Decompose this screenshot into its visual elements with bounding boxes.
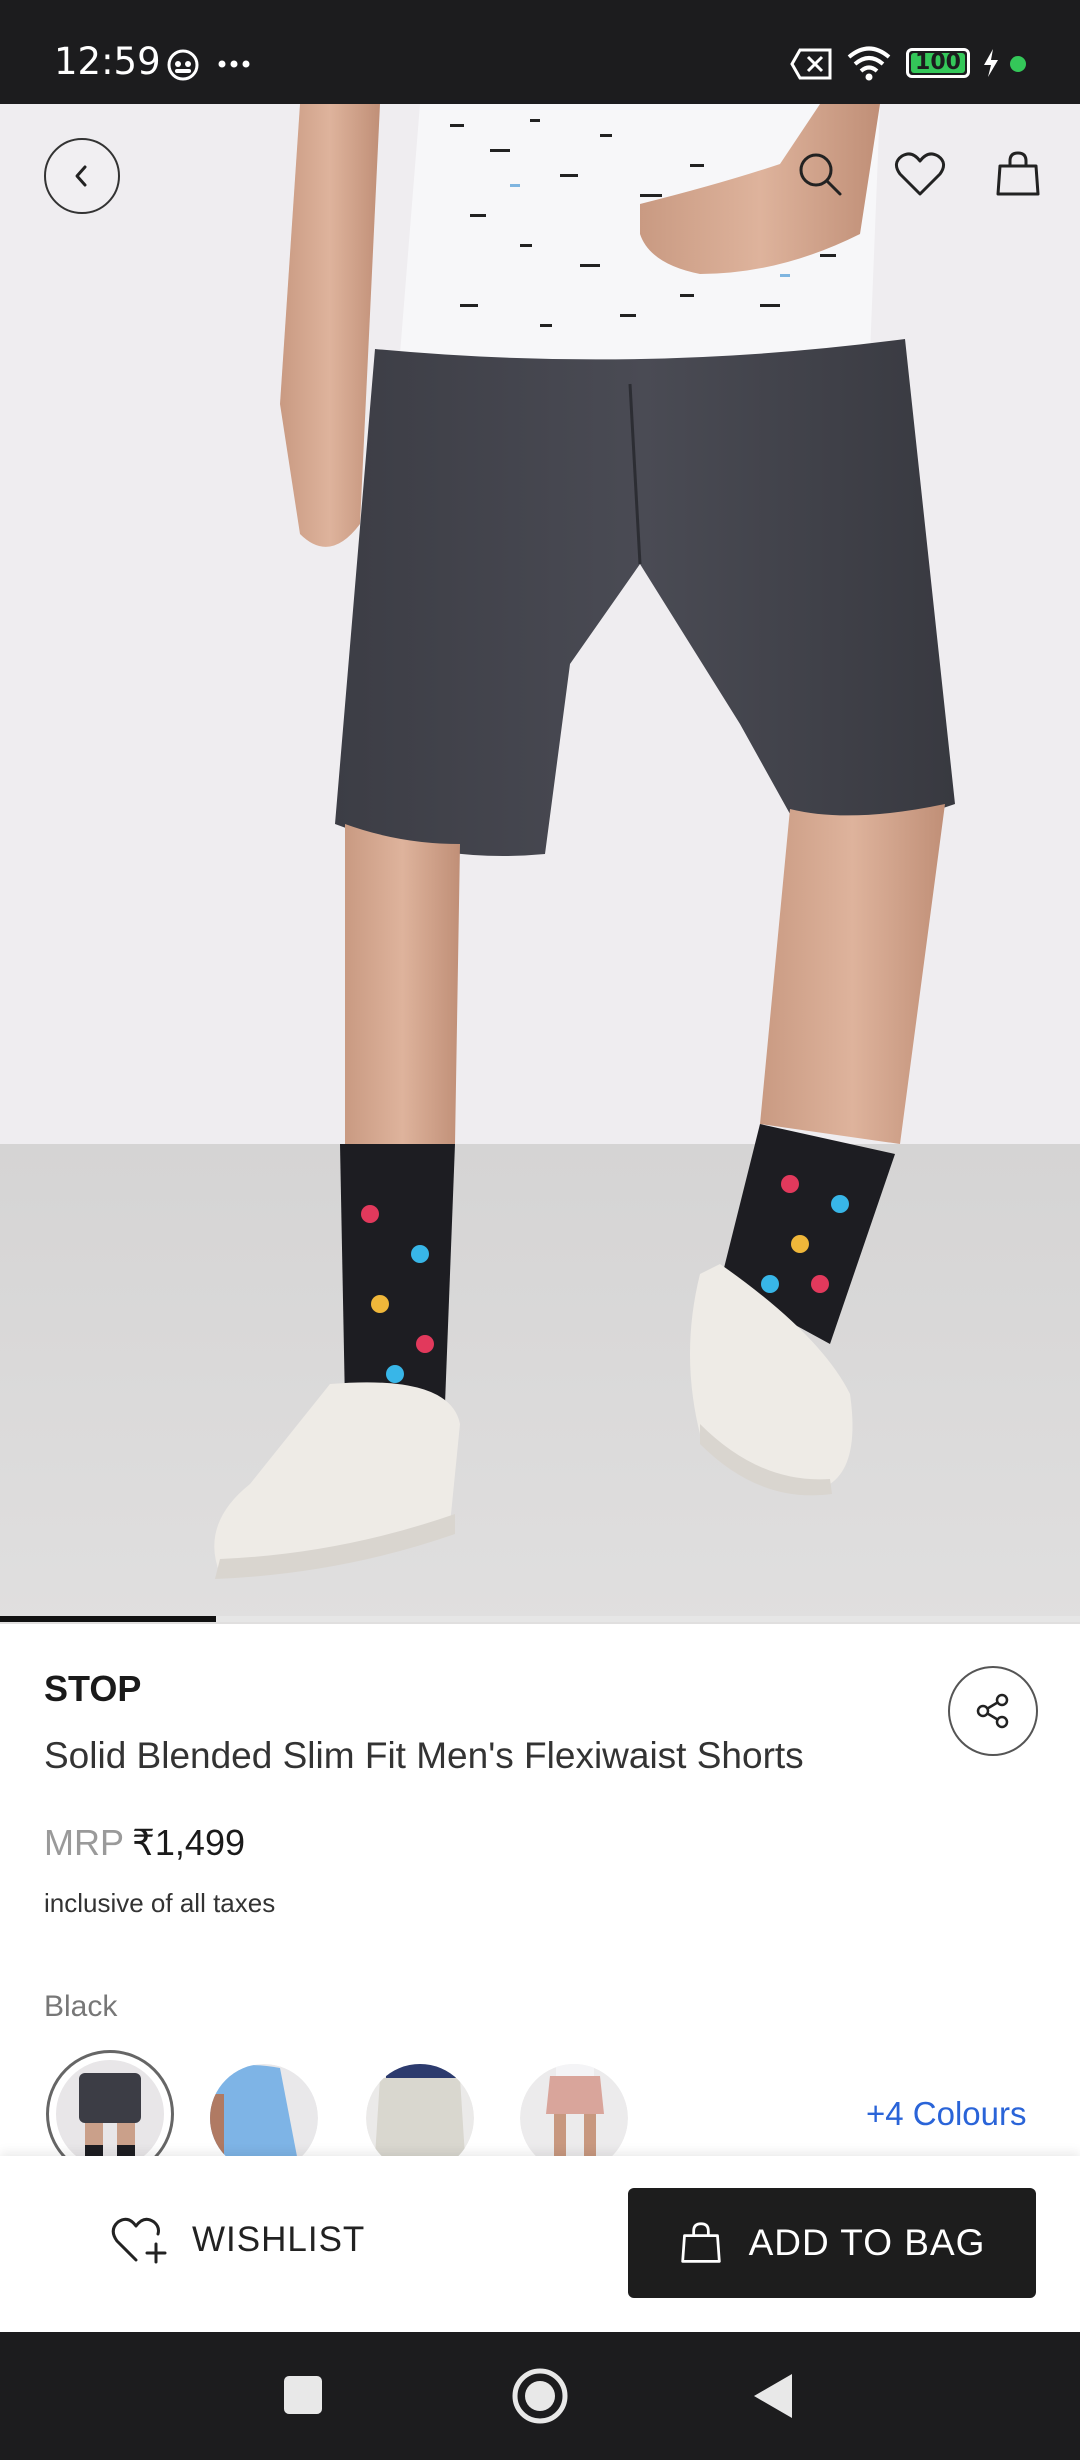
add-to-bag-label: ADD TO BAG [748,2222,986,2263]
price-row: MRP ₹1,499 [44,1822,245,1864]
bag-icon [680,2222,721,2263]
heart-icon [895,152,945,196]
swatch-black-thumb [56,2060,164,2156]
status-time: 12:59 [54,40,161,83]
wishlist-button[interactable]: WISHLIST [110,2200,365,2280]
price-value: ₹1,499 [132,1822,245,1863]
app-notification-icon [167,49,199,81]
tax-note: inclusive of all taxes [44,1888,276,1918]
product-photo [0,104,1080,1624]
selected-color-label: Black [44,1990,118,2023]
share-icon [976,1693,1009,1729]
status-bar: 12:59 100 [0,0,1080,104]
swatch-blue[interactable] [210,2064,318,2156]
bag-icon [996,151,1040,196]
recents-button[interactable] [284,2376,322,2414]
back-nav-button[interactable] [752,2372,796,2420]
swatch-pink[interactable] [520,2064,628,2156]
search-button[interactable] [792,146,848,202]
add-to-bag-button[interactable]: ADD TO BAG [628,2188,1036,2298]
more-colours-link[interactable]: +4 Colours [866,2095,1027,2133]
swatch-grey-thumb [366,2064,474,2156]
gallery-progress-fill [0,1616,216,1622]
battery-level: 100 [915,50,961,75]
wifi-icon [847,46,891,81]
product-brand[interactable]: STOP [44,1668,141,1710]
product-title: Solid Blended Slim Fit Men's Flexiwaist … [44,1735,804,1776]
battery-icon: 100 [906,48,970,78]
sim-off-icon [790,48,832,80]
system-nav-bar [0,2332,1080,2460]
swatch-black[interactable] [46,2050,174,2156]
swatch-blue-thumb [210,2064,318,2156]
home-icon [512,2368,568,2424]
product-image[interactable] [0,104,1080,1624]
share-button[interactable] [948,1666,1038,1756]
swatch-pink-thumb [520,2064,628,2156]
back-triangle-icon [754,2374,792,2418]
back-icon [75,165,87,187]
search-icon [799,153,842,196]
gallery-progress [0,1616,1080,1622]
bottom-action-bar: WISHLIST ADD TO BAG [0,2156,1080,2332]
wishlist-label: WISHLIST [192,2220,366,2259]
bag-button[interactable] [990,146,1046,202]
more-dots-icon [218,60,250,68]
wishlist-header-button[interactable] [892,146,948,202]
back-button[interactable] [44,138,120,214]
active-dot-icon [1010,56,1026,72]
mrp-label: MRP [44,1822,124,1863]
swatch-grey[interactable] [366,2064,474,2156]
heart-plus-icon [111,2217,167,2264]
charging-icon [984,49,998,77]
home-button[interactable] [510,2366,570,2426]
